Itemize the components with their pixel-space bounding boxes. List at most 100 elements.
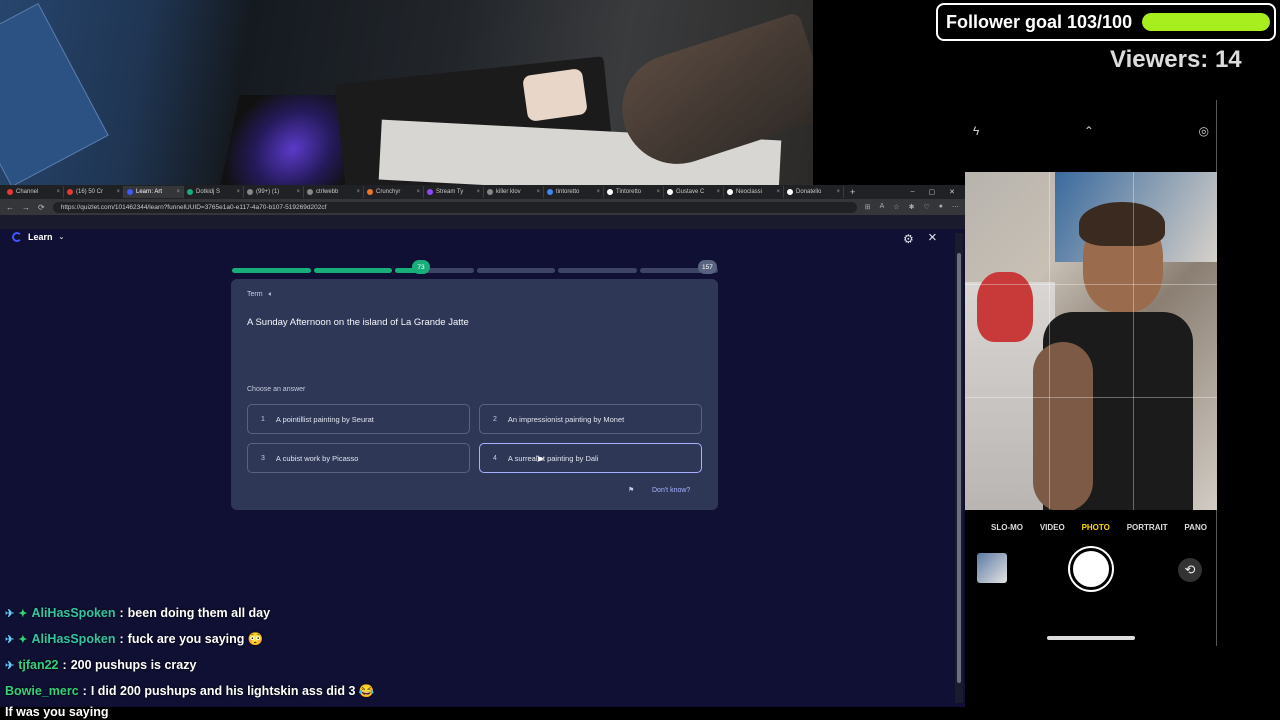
progress-segment (313, 267, 392, 273)
chat-text: If was you saying (5, 705, 109, 719)
browser-tab[interactable]: Dotkidj S × (184, 186, 244, 198)
live-photo-icon[interactable]: ◎ (1199, 124, 1209, 138)
sticker (522, 68, 588, 122)
option-text: An impressionist painting by Monet (507, 414, 625, 424)
chat-username[interactable]: AliHasSpoken (31, 632, 115, 646)
camera-mode-pano[interactable]: PANO (1184, 523, 1207, 532)
answer-option-1[interactable]: 1 A pointillist painting by Seurat (247, 404, 470, 434)
answer-option-3[interactable]: 3 A cubist work by Picasso (247, 443, 470, 473)
url-field[interactable]: https://quizlet.com/101462344/learn?funn… (52, 201, 857, 213)
tab-close-icon[interactable]: × (476, 189, 480, 195)
profile-avatar[interactable]: ● (939, 203, 943, 211)
bookmark-star-icon[interactable]: ☆ (893, 203, 899, 211)
minimize-icon[interactable]: – (911, 188, 915, 196)
tab-close-icon[interactable]: × (116, 189, 120, 195)
progress-total-badge: 157 (698, 260, 717, 274)
chat-separator: : (119, 632, 124, 646)
extensions-icon[interactable]: ✱ (909, 203, 915, 211)
chat-message: Bowie_merc: I did 200 pushups and his lig… (5, 678, 945, 704)
last-photo-thumbnail[interactable] (977, 553, 1007, 583)
tab-close-icon[interactable]: × (656, 189, 660, 195)
tab-label: Crunchyr (376, 189, 401, 195)
tab-close-icon[interactable]: × (596, 189, 600, 195)
chat-badge-icon: ✈ (5, 607, 15, 620)
browser-tab[interactable]: Donatello × (784, 186, 844, 198)
settings-gear-icon[interactable]: ⚙ (903, 232, 914, 246)
audio-speaker-icon[interactable]: 🔈︎ (269, 291, 273, 299)
tab-close-icon[interactable]: × (296, 189, 300, 195)
browser-tab[interactable]: Gustave C × (664, 186, 724, 198)
home-indicator[interactable] (1047, 636, 1135, 640)
tab-close-icon[interactable]: × (56, 189, 60, 195)
tab-label: killer klov (496, 189, 521, 195)
favorites-icon[interactable]: ♡ (923, 203, 929, 211)
maximize-icon[interactable]: ▢ (929, 188, 936, 196)
scrollbar-thumb[interactable] (957, 253, 961, 683)
install-icon[interactable]: ⊞ (865, 203, 871, 211)
browser-tab[interactable]: (16) 50 Cr × (64, 186, 124, 198)
flip-camera-icon[interactable]: ⟲ (1178, 558, 1202, 582)
chevron-up-icon[interactable]: ⌃ (1084, 124, 1094, 138)
back-icon[interactable]: ← (6, 203, 14, 212)
tattooed-arm (1033, 342, 1093, 510)
tab-label: tintoretto (556, 189, 580, 195)
learn-mode-selector[interactable]: Learn ⌄ (12, 232, 64, 242)
browser-tab[interactable]: Learn: Art × (124, 186, 184, 198)
tab-close-icon[interactable]: × (836, 189, 840, 195)
tab-close-icon[interactable]: × (356, 189, 360, 195)
browser-tab[interactable]: Crunchyr × (364, 186, 424, 198)
reload-icon[interactable]: ⟳ (38, 203, 45, 212)
browser-tab[interactable]: (99+) (1) × (244, 186, 304, 198)
chat-username[interactable]: AliHasSpoken (31, 606, 115, 620)
browser-tab[interactable]: Stream Ty × (424, 186, 484, 198)
dont-know-link[interactable]: Don't know? (652, 487, 690, 494)
term-text: A Sunday Afternoon on the island of La G… (247, 317, 469, 328)
forward-icon[interactable]: → (22, 203, 30, 212)
tab-close-icon[interactable]: × (416, 189, 420, 195)
option-text: A cubist work by Picasso (275, 453, 359, 463)
tab-close-icon[interactable]: × (776, 189, 780, 195)
window-close-icon[interactable]: ✕ (949, 188, 955, 196)
option-text: A pointillist painting by Seurat (275, 414, 374, 424)
chat-message: ✈ ✦ AliHasSpoken: been doing them all day (5, 600, 945, 626)
tab-favicon-icon (307, 189, 313, 195)
browser-tab[interactable]: Neoclassi × (724, 186, 784, 198)
chat-username[interactable]: tjfan22 (18, 658, 58, 672)
flash-off-icon[interactable]: ϟ (973, 124, 979, 138)
chat-username[interactable]: Bowie_merc (5, 684, 79, 698)
browser-tab[interactable]: killer klov × (484, 186, 544, 198)
new-tab-icon[interactable]: + (844, 187, 861, 197)
follower-goal-widget: Follower goal 103/100 (936, 3, 1276, 41)
tab-label: Channel (16, 189, 39, 195)
answer-option-2[interactable]: 2 An impressionist painting by Monet (479, 404, 702, 434)
progress-current-badge: 73 (412, 260, 430, 274)
tab-bar: Channel × (16) 50 Cr × Learn: Art × Dotkidj S ×… (0, 185, 965, 199)
menu-dots-icon[interactable]: ⋯ (952, 203, 959, 211)
tab-close-icon[interactable]: × (716, 189, 720, 195)
camera-mode-portrait[interactable]: PORTRAIT (1127, 523, 1168, 532)
tab-close-icon[interactable]: × (236, 189, 240, 195)
chat-text: fuck are you saying 😳 (127, 631, 264, 646)
phone-camera-feed: ϟ ⌃ ◎ SLO-MO VIDEO PHOTO PORTRAIT PANO ⟲ (965, 100, 1217, 646)
translate-icon[interactable]: A (880, 203, 885, 211)
tab-favicon-icon (187, 189, 193, 195)
chat-badge-icon: ✦ (18, 607, 28, 620)
camera-mode-photo[interactable]: PHOTO (1082, 523, 1110, 532)
page-scrollbar[interactable] (955, 233, 963, 703)
browser-tab[interactable]: Channel × (4, 186, 64, 198)
term-label-row: Term 🔈︎ (247, 291, 273, 299)
close-icon[interactable]: × (928, 229, 937, 246)
tab-close-icon[interactable]: × (536, 189, 540, 195)
shutter-button[interactable] (1070, 548, 1112, 590)
answer-option-4[interactable]: 4 A surrealist painting by Dali (479, 443, 702, 473)
camera-mode-video[interactable]: VIDEO (1040, 523, 1065, 532)
flag-icon[interactable]: ⚑ (628, 486, 634, 494)
window-controls: – ▢ ✕ (911, 188, 965, 196)
browser-tab[interactable]: ctrlwebb × (304, 186, 364, 198)
browser-tab[interactable]: Tintoretto × (604, 186, 664, 198)
tab-label: ctrlwebb (316, 189, 339, 195)
camera-mode-slo-mo[interactable]: SLO-MO (991, 523, 1023, 532)
tab-close-icon[interactable]: × (176, 189, 180, 195)
chat-overlay: ✈ ✦ AliHasSpoken: been doing them all day ✈ ✦… (5, 600, 945, 720)
browser-tab[interactable]: tintoretto × (544, 186, 604, 198)
